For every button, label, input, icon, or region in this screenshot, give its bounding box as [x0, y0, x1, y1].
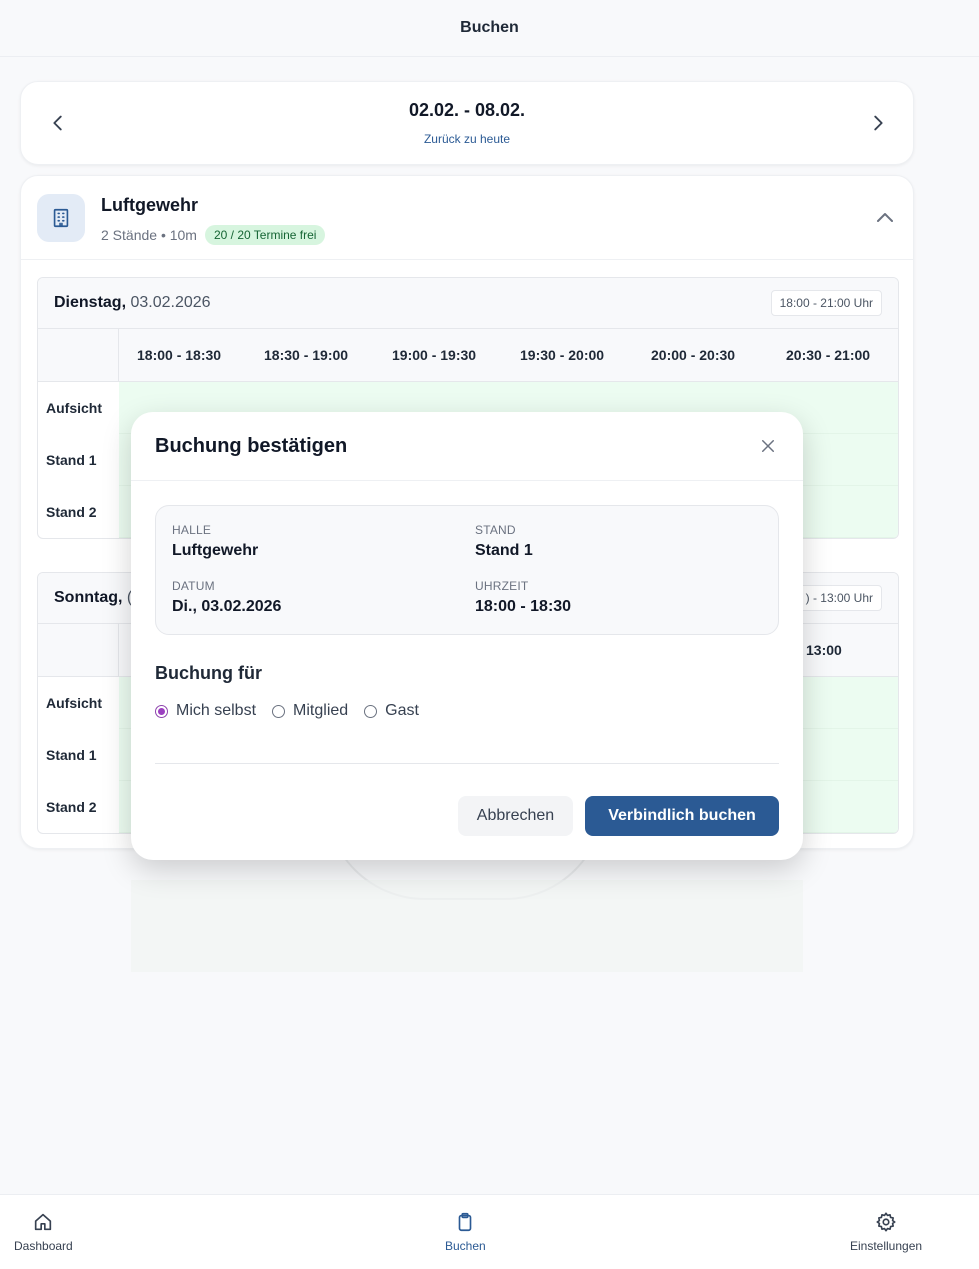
day-label: Sonntag, ( [54, 589, 132, 607]
divider [131, 480, 803, 481]
week-range: 02.02. - 08.02. [408, 100, 526, 120]
slot-label: 20:30 - 21:00 [786, 347, 871, 363]
confirm-booking-button[interactable]: Verbindlich buchen [585, 796, 779, 836]
page-title: Buchen [460, 19, 519, 36]
modal-backdrop-shadow [131, 880, 803, 972]
divider [155, 763, 779, 764]
radio-label: Mitglied [293, 702, 349, 719]
gear-icon [876, 1212, 896, 1232]
day-weekday: Sonntag, [54, 589, 123, 606]
radio-member[interactable]: Mitglied [272, 702, 348, 720]
stand-key: STAND [475, 523, 516, 537]
time-value: 18:00 - 18:30 [475, 598, 572, 615]
day-weekday: Dienstag, [54, 294, 127, 311]
cancel-button[interactable]: Abbrechen [458, 796, 573, 836]
row-label: Stand 2 [46, 799, 97, 815]
clipboard-icon [459, 1212, 472, 1232]
home-icon [35, 1213, 52, 1231]
row-label: Aufsicht [46, 400, 102, 416]
day-header: Dienstag, 03.02.2026 18:00 - 21:00 Uhr [38, 278, 898, 329]
collapse-button[interactable] [873, 206, 897, 230]
building-icon [37, 194, 85, 242]
slot-label: 20:00 - 20:30 [651, 347, 736, 363]
back-to-today-link[interactable]: Zurück zu heute [21, 132, 913, 146]
close-button[interactable] [759, 437, 777, 455]
radio-guest[interactable]: Gast [364, 702, 419, 720]
booking-summary: HALLE Luftgewehr STAND Stand 1 DATUM Di.… [155, 505, 779, 635]
nav-label: Einstellungen [850, 1239, 923, 1253]
availability-badge: 20 / 20 Termine frei [204, 225, 326, 245]
booking-confirm-dialog: Buchung bestätigen HALLE Luftgewehr STAN… [131, 412, 803, 860]
radio-button[interactable] [272, 704, 286, 718]
slot-label: 18:30 - 19:00 [264, 347, 349, 363]
hall-meta: 2 Stände • 10m 20 / 20 Termine frei [101, 225, 326, 245]
dialog-title: Buchung bestätigen [155, 435, 348, 457]
radio-button-selected[interactable] [155, 704, 168, 718]
week-navigator: 02.02. - 08.02. Zurück zu heute [20, 81, 914, 165]
radio-label: Gast [385, 702, 419, 719]
row-label: Stand 1 [46, 747, 97, 763]
nav-item-dashboard[interactable]: Dashboard [14, 1211, 73, 1253]
time-key: UHRZEIT [475, 579, 529, 593]
opening-hours-badge: ) - 13:00 Uhr [796, 585, 882, 611]
time-slot-header: 18:00 - 18:30 18:30 - 19:00 19:00 - 19:3… [38, 329, 898, 382]
hall-value: Luftgewehr [172, 542, 259, 559]
hall-name: Luftgewehr [101, 195, 198, 215]
slot-label: 13:00 [806, 642, 842, 658]
stand-value: Stand 1 [475, 542, 533, 559]
radio-self[interactable]: Mich selbst [155, 702, 256, 720]
nav-label: Buchen [445, 1239, 486, 1253]
slot-header-corner [38, 624, 119, 676]
day-date: 03.02.2026 [130, 294, 211, 311]
chevron-up-icon [877, 213, 893, 222]
radio-button[interactable] [364, 704, 378, 718]
slot-header-corner [38, 329, 119, 381]
radio-label: Mich selbst [176, 702, 257, 719]
close-icon [762, 440, 774, 452]
nav-item-einstellungen[interactable]: Einstellungen [850, 1211, 922, 1253]
hall-key: HALLE [172, 523, 212, 537]
booking-for-title: Buchung für [155, 663, 262, 683]
row-label: Stand 2 [46, 504, 97, 520]
slot-label: 19:00 - 19:30 [392, 347, 477, 363]
top-app-bar: Buchen [0, 0, 979, 57]
next-week-button[interactable] [867, 112, 889, 134]
nav-label: Dashboard [14, 1239, 73, 1253]
date-key: DATUM [172, 579, 215, 593]
hall-meta-text: 2 Stände • 10m [101, 227, 197, 243]
day-label: Dienstag, 03.02.2026 [54, 294, 211, 312]
nav-item-buchen[interactable]: Buchen [445, 1211, 486, 1253]
opening-hours-badge: 18:00 - 21:00 Uhr [770, 290, 882, 316]
chevron-right-icon [874, 115, 883, 131]
slot-label: 19:30 - 20:00 [520, 347, 605, 363]
row-label: Aufsicht [46, 695, 102, 711]
row-label: Stand 1 [46, 452, 97, 468]
bottom-navigation: Dashboard Buchen Einstellungen [0, 1194, 979, 1269]
slot-label: 18:00 - 18:30 [137, 347, 222, 363]
hall-header[interactable]: Luftgewehr 2 Stände • 10m 20 / 20 Termin… [21, 176, 913, 260]
date-value: Di., 03.02.2026 [172, 598, 282, 615]
booking-for-radio-group: Mich selbst Mitglied Gast [155, 702, 419, 720]
